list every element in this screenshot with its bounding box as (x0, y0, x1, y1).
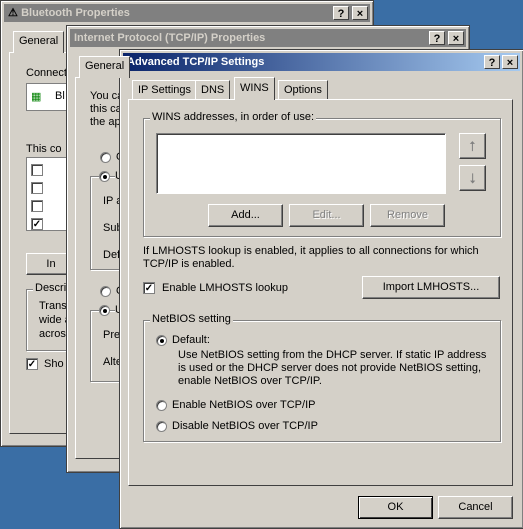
import-lmhosts-button[interactable]: Import LMHOSTS... (362, 276, 500, 299)
bluetooth-title: Bluetooth Properties (21, 7, 130, 19)
bluetooth-title-icon: ⚠ (8, 7, 18, 19)
bluetooth-device-label: Bl (55, 90, 65, 102)
enable-lmhosts-label[interactable]: Enable LMHOSTS lookup (162, 282, 288, 294)
wins-tab-panel: WINS addresses, in order of use: ⭡ ⭣ Add… (128, 99, 513, 486)
tcpip-gateway-label: Def (103, 249, 121, 261)
close-button[interactable]: × (502, 55, 518, 69)
tab-ip-settings[interactable]: IP Settings (132, 80, 197, 100)
down-arrow-icon: ⭣ (469, 170, 476, 186)
tab-options[interactable]: Options (278, 80, 328, 100)
netbios-default-radio[interactable] (156, 335, 167, 346)
netbios-disable-radio[interactable] (156, 421, 167, 432)
tab-wins[interactable]: WINS (234, 77, 275, 100)
bluetooth-show-label: Sho (44, 358, 64, 370)
add-button[interactable]: Add... (208, 204, 283, 227)
cancel-button[interactable]: Cancel (438, 496, 513, 519)
bluetooth-connect-label: Connect (26, 67, 67, 79)
help-button[interactable]: ? (484, 55, 500, 69)
wins-addresses-label: WINS addresses, in order of use: (150, 111, 317, 123)
tcpip-preferred-dns-label: Pre (103, 329, 121, 341)
netbios-setting-label: NetBIOS setting (150, 313, 233, 325)
bluetooth-device-box: ▦ Bl (26, 83, 68, 111)
netbios-enable-radio[interactable] (156, 400, 167, 411)
tcpip-close-button[interactable]: × (448, 31, 464, 45)
wins-addresses-group: WINS addresses, in order of use: ⭡ ⭣ Add… (143, 111, 501, 237)
ok-button[interactable]: OK (358, 496, 433, 519)
move-up-button[interactable]: ⭡ (459, 133, 486, 159)
tab-dns[interactable]: DNS (195, 80, 231, 100)
netbios-enable-label[interactable]: Enable NetBIOS over TCP/IP (172, 399, 315, 411)
component-checkbox[interactable] (31, 164, 43, 176)
bluetooth-components-list: ✓ (26, 157, 68, 231)
component-checkbox[interactable]: ✓ (31, 218, 43, 230)
netbios-default-label[interactable]: Default: (172, 334, 210, 346)
tcpip-para-line: the ap (90, 116, 121, 128)
bluetooth-desc-line: acros (39, 328, 66, 340)
tcpip-titlebar[interactable]: Internet Protocol (TCP/IP) Properties ? … (70, 29, 466, 47)
netbios-setting-group: NetBIOS setting Default: Use NetBIOS set… (143, 313, 501, 442)
tcpip-use-ip-radio[interactable] (99, 171, 110, 182)
bluetooth-description-label: Descri (33, 282, 69, 294)
wins-addresses-list[interactable] (156, 133, 446, 194)
tcpip-use-dns-radio[interactable] (99, 305, 110, 316)
bluetooth-desc-line: Trans (39, 300, 67, 312)
bluetooth-show-checkbox[interactable]: ✓ (26, 358, 38, 370)
edit-button[interactable]: Edit... (289, 204, 364, 227)
component-checkbox[interactable] (31, 182, 43, 194)
tcpip-obtain-dns-radio[interactable] (100, 286, 111, 297)
component-checkbox[interactable] (31, 200, 43, 212)
bluetooth-close-button[interactable]: × (352, 6, 368, 20)
up-arrow-icon: ⭡ (469, 138, 476, 154)
lmhosts-info-text: If LMHOSTS lookup is enabled, it applies… (143, 245, 479, 270)
tcpip-title: Internet Protocol (TCP/IP) Properties (74, 32, 266, 44)
advanced-titlebar[interactable]: Advanced TCP/IP Settings ? × (123, 53, 520, 71)
network-adapter-icon: ▦ (31, 91, 42, 103)
netbios-default-description: Use NetBIOS setting from the DHCP server… (178, 349, 487, 387)
advanced-tcpip-window: Advanced TCP/IP Settings ? × IP Settings… (119, 49, 523, 529)
tcpip-para-line: this ca (90, 103, 122, 115)
move-down-button[interactable]: ⭣ (459, 165, 486, 191)
tcpip-help-button[interactable]: ? (429, 31, 445, 45)
remove-button[interactable]: Remove (370, 204, 445, 227)
tcpip-obtain-ip-radio[interactable] (100, 152, 111, 163)
tcpip-tab-general[interactable]: General (79, 56, 131, 78)
advanced-title: Advanced TCP/IP Settings (127, 56, 265, 68)
bluetooth-tab-general[interactable]: General (13, 31, 65, 53)
netbios-disable-label[interactable]: Disable NetBIOS over TCP/IP (172, 420, 318, 432)
bluetooth-help-button[interactable]: ? (333, 6, 349, 20)
bluetooth-titlebar[interactable]: ⚠ Bluetooth Properties ? × (4, 4, 370, 22)
bluetooth-components-label: This co (26, 143, 62, 155)
enable-lmhosts-checkbox[interactable]: ✓ (143, 282, 155, 294)
